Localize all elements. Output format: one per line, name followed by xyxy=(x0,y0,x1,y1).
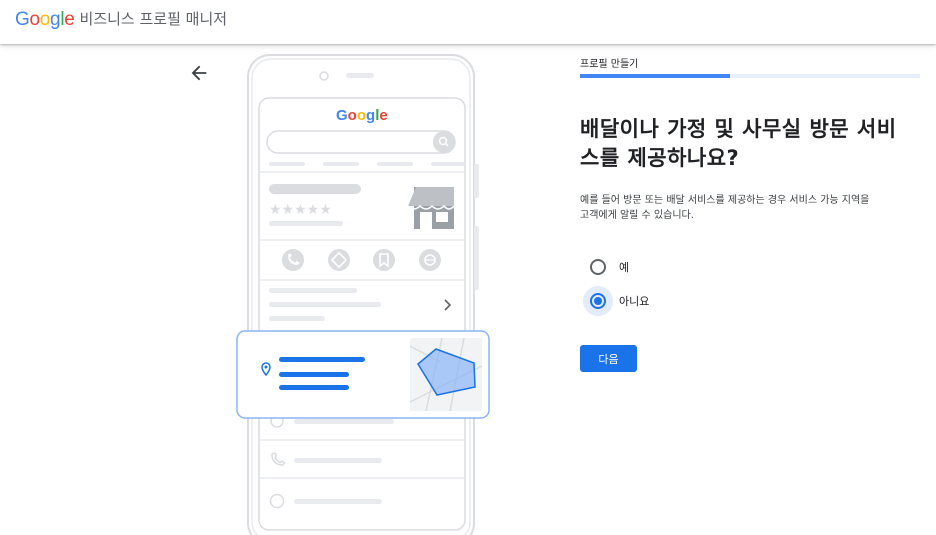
screen-search-bar xyxy=(266,130,456,154)
radio-option-yes[interactable]: 예 xyxy=(583,252,629,282)
screen-search-button xyxy=(433,131,455,153)
radio-label: 아니요 xyxy=(619,295,650,308)
phone-side-button xyxy=(474,164,479,198)
logo-letter: g xyxy=(50,9,61,30)
logo-letter: o xyxy=(29,9,40,30)
page-title: 배달이나 가정 및 사무실 방문 서비 스를 제공하나요? xyxy=(580,115,925,173)
radio-label: 예 xyxy=(619,261,630,274)
top-app-bar: Google 비즈니스 프로필 매니저 xyxy=(0,0,936,44)
description-line: 고객에게 알릴 수 있습니다. xyxy=(580,210,694,221)
back-button[interactable] xyxy=(188,62,210,84)
product-name: 비즈니스 프로필 매니저 xyxy=(79,10,228,28)
service-area-map xyxy=(409,337,483,412)
description: 예를 들어 방문 또는 배달 서비스를 제공하는 경우 서비스 가능 지역을 고… xyxy=(580,193,925,223)
phone-speaker xyxy=(346,73,374,78)
logo-letter: e xyxy=(64,9,75,30)
brand[interactable]: Google 비즈니스 프로필 매니저 xyxy=(15,9,227,31)
phone-illustration: Google ★★★★★ xyxy=(236,54,490,535)
radio-button[interactable] xyxy=(590,259,606,275)
title-line: 스를 제공하나요? xyxy=(580,146,740,170)
screen-google-logo: Google xyxy=(336,107,388,124)
title-line: 배달이나 가정 및 사무실 방문 서비 xyxy=(580,117,897,141)
logo-letter: G xyxy=(15,9,30,30)
logo-letter: o xyxy=(39,9,51,30)
radio-button[interactable] xyxy=(590,293,606,309)
google-logo: Google xyxy=(15,9,75,31)
progress-bar xyxy=(580,74,920,78)
progress-fill xyxy=(580,74,730,78)
description-line: 예를 들어 방문 또는 배달 서비스를 제공하는 경우 서비스 가능 지역을 xyxy=(580,195,870,206)
radio-option-no[interactable]: 아니요 xyxy=(583,286,649,316)
rating-stars: ★★★★★ xyxy=(269,202,332,218)
next-button[interactable]: 다음 xyxy=(580,345,637,372)
arrow-back-icon xyxy=(191,65,207,81)
call-action-icon xyxy=(282,249,304,271)
step-label: 프로필 만들기 xyxy=(580,59,639,70)
save-action-icon xyxy=(373,249,395,271)
phone-side-button xyxy=(474,226,479,290)
